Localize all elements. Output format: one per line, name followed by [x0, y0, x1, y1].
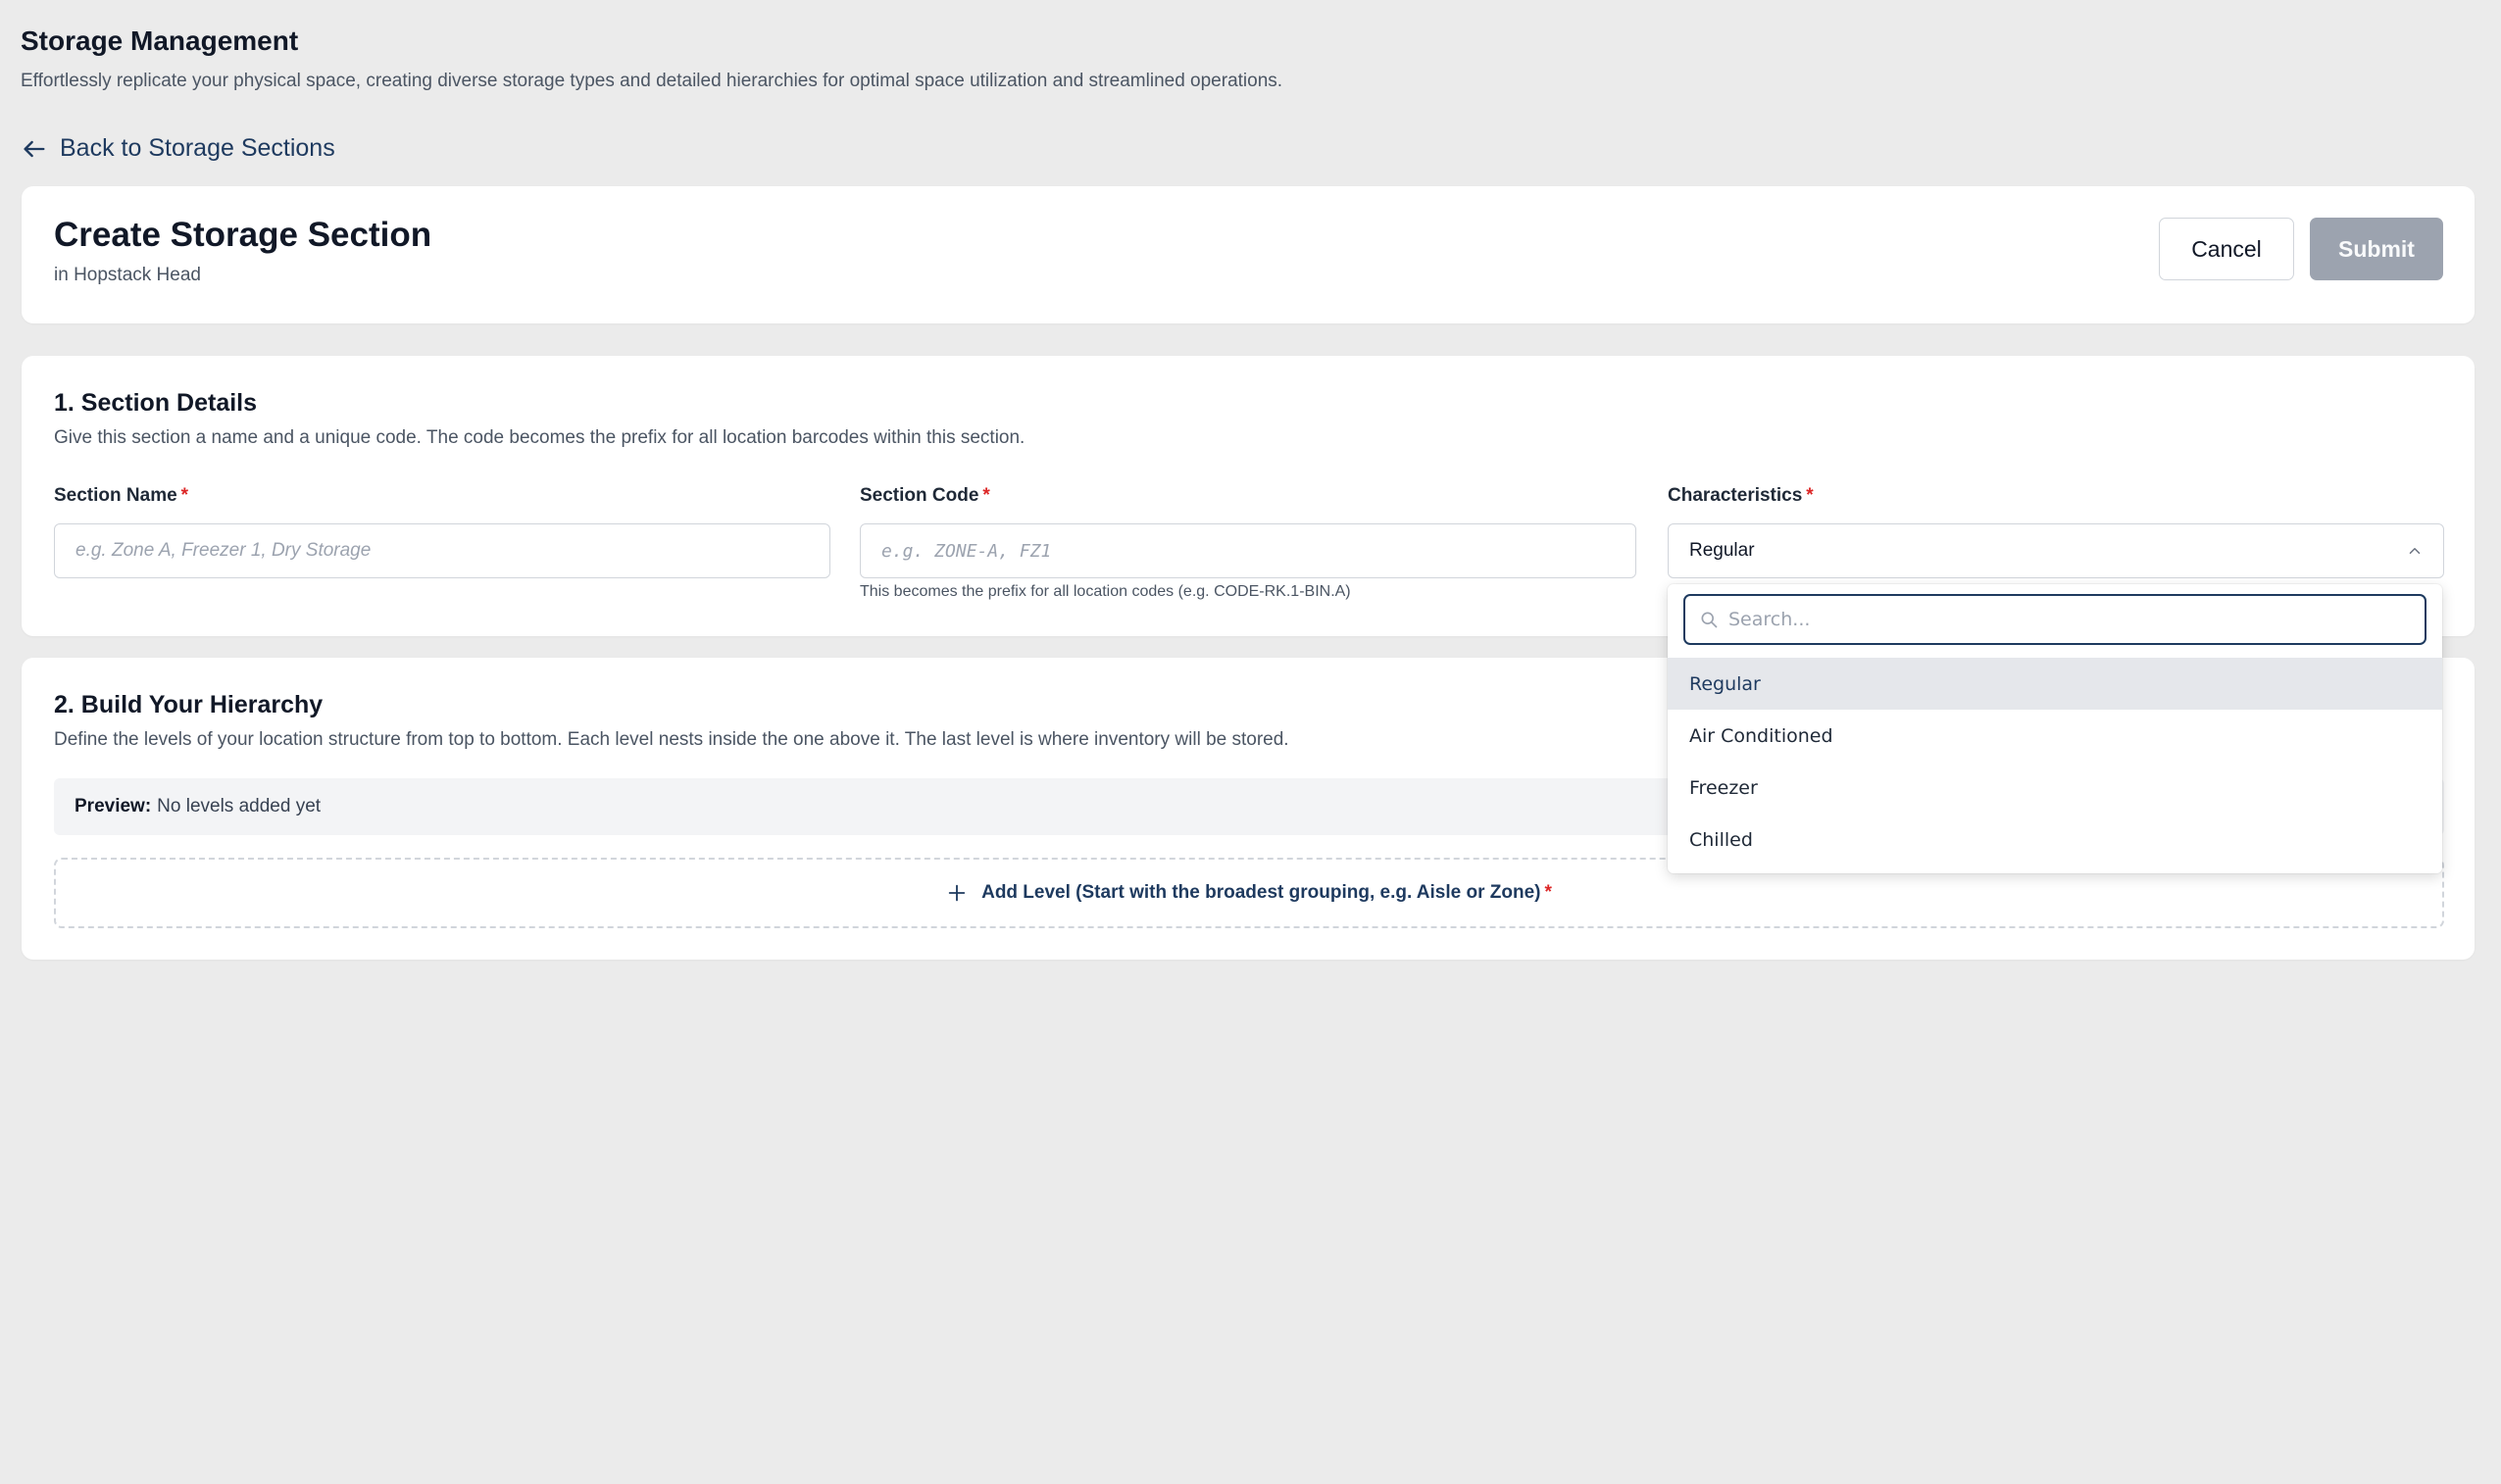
back-to-sections-link[interactable]: Back to Storage Sections: [21, 134, 335, 163]
cancel-button[interactable]: Cancel: [2159, 218, 2294, 280]
search-icon: [1701, 612, 1718, 628]
form-header-card: Create Storage Section in Hopstack Head …: [22, 186, 2475, 323]
plus-icon: [948, 884, 966, 902]
page-header: Storage Management Effortlessly replicat…: [21, 24, 1282, 94]
dropdown-option-regular[interactable]: Regular: [1668, 658, 2442, 710]
section-code-help: This becomes the prefix for all location…: [860, 583, 1351, 600]
required-marker: *: [1806, 485, 1814, 506]
preview-value: No levels added yet: [157, 796, 322, 816]
hierarchy-description: Define the levels of your location struc…: [54, 729, 1289, 750]
add-level-label: Add Level (Start with the broadest group…: [981, 882, 1552, 904]
submit-button[interactable]: Submit: [2310, 218, 2443, 280]
required-marker: *: [180, 485, 189, 506]
form-subtitle: in Hopstack Head: [54, 265, 201, 285]
section-name-label-text: Section Name: [54, 485, 177, 506]
form-title: Create Storage Section: [54, 216, 432, 254]
dropdown-option-chilled[interactable]: Chilled: [1668, 814, 2442, 866]
chevron-up-icon: [2409, 548, 2421, 554]
dropdown-option-air-conditioned[interactable]: Air Conditioned: [1668, 710, 2442, 762]
section-details-description: Give this section a name and a unique co…: [54, 427, 1025, 448]
characteristics-dropdown: Regular Air Conditioned Freezer Chilled: [1668, 584, 2442, 873]
characteristics-select[interactable]: Regular: [1668, 523, 2444, 578]
characteristics-label: Characteristics *: [1668, 485, 1814, 507]
hierarchy-title: 2. Build Your Hierarchy: [54, 691, 324, 718]
dropdown-options: Regular Air Conditioned Freezer Chilled: [1668, 658, 2442, 866]
dropdown-search[interactable]: [1683, 594, 2426, 645]
preview-label: Preview:: [75, 796, 152, 816]
arrow-left-icon: [24, 140, 45, 157]
section-name-input[interactable]: e.g. Zone A, Freezer 1, Dry Storage: [54, 523, 830, 578]
section-details-title: 1. Section Details: [54, 389, 258, 417]
add-level-label-text: Add Level (Start with the broadest group…: [981, 882, 1541, 903]
section-code-label: Section Code *: [860, 485, 990, 507]
page-title: Storage Management: [21, 25, 299, 56]
section-name-label: Section Name *: [54, 485, 188, 507]
page-subtitle: Effortlessly replicate your physical spa…: [21, 71, 1283, 91]
characteristics-value: Regular: [1689, 540, 1755, 561]
dropdown-search-input[interactable]: [1728, 609, 2395, 630]
section-code-input[interactable]: e.g. ZONE-A, FZ1: [860, 523, 1636, 578]
required-marker: *: [982, 485, 990, 506]
characteristics-label-text: Characteristics: [1668, 485, 1803, 506]
required-marker: *: [1544, 882, 1552, 903]
back-link-label: Back to Storage Sections: [60, 134, 335, 162]
dropdown-option-freezer[interactable]: Freezer: [1668, 762, 2442, 814]
section-code-label-text: Section Code: [860, 485, 979, 506]
